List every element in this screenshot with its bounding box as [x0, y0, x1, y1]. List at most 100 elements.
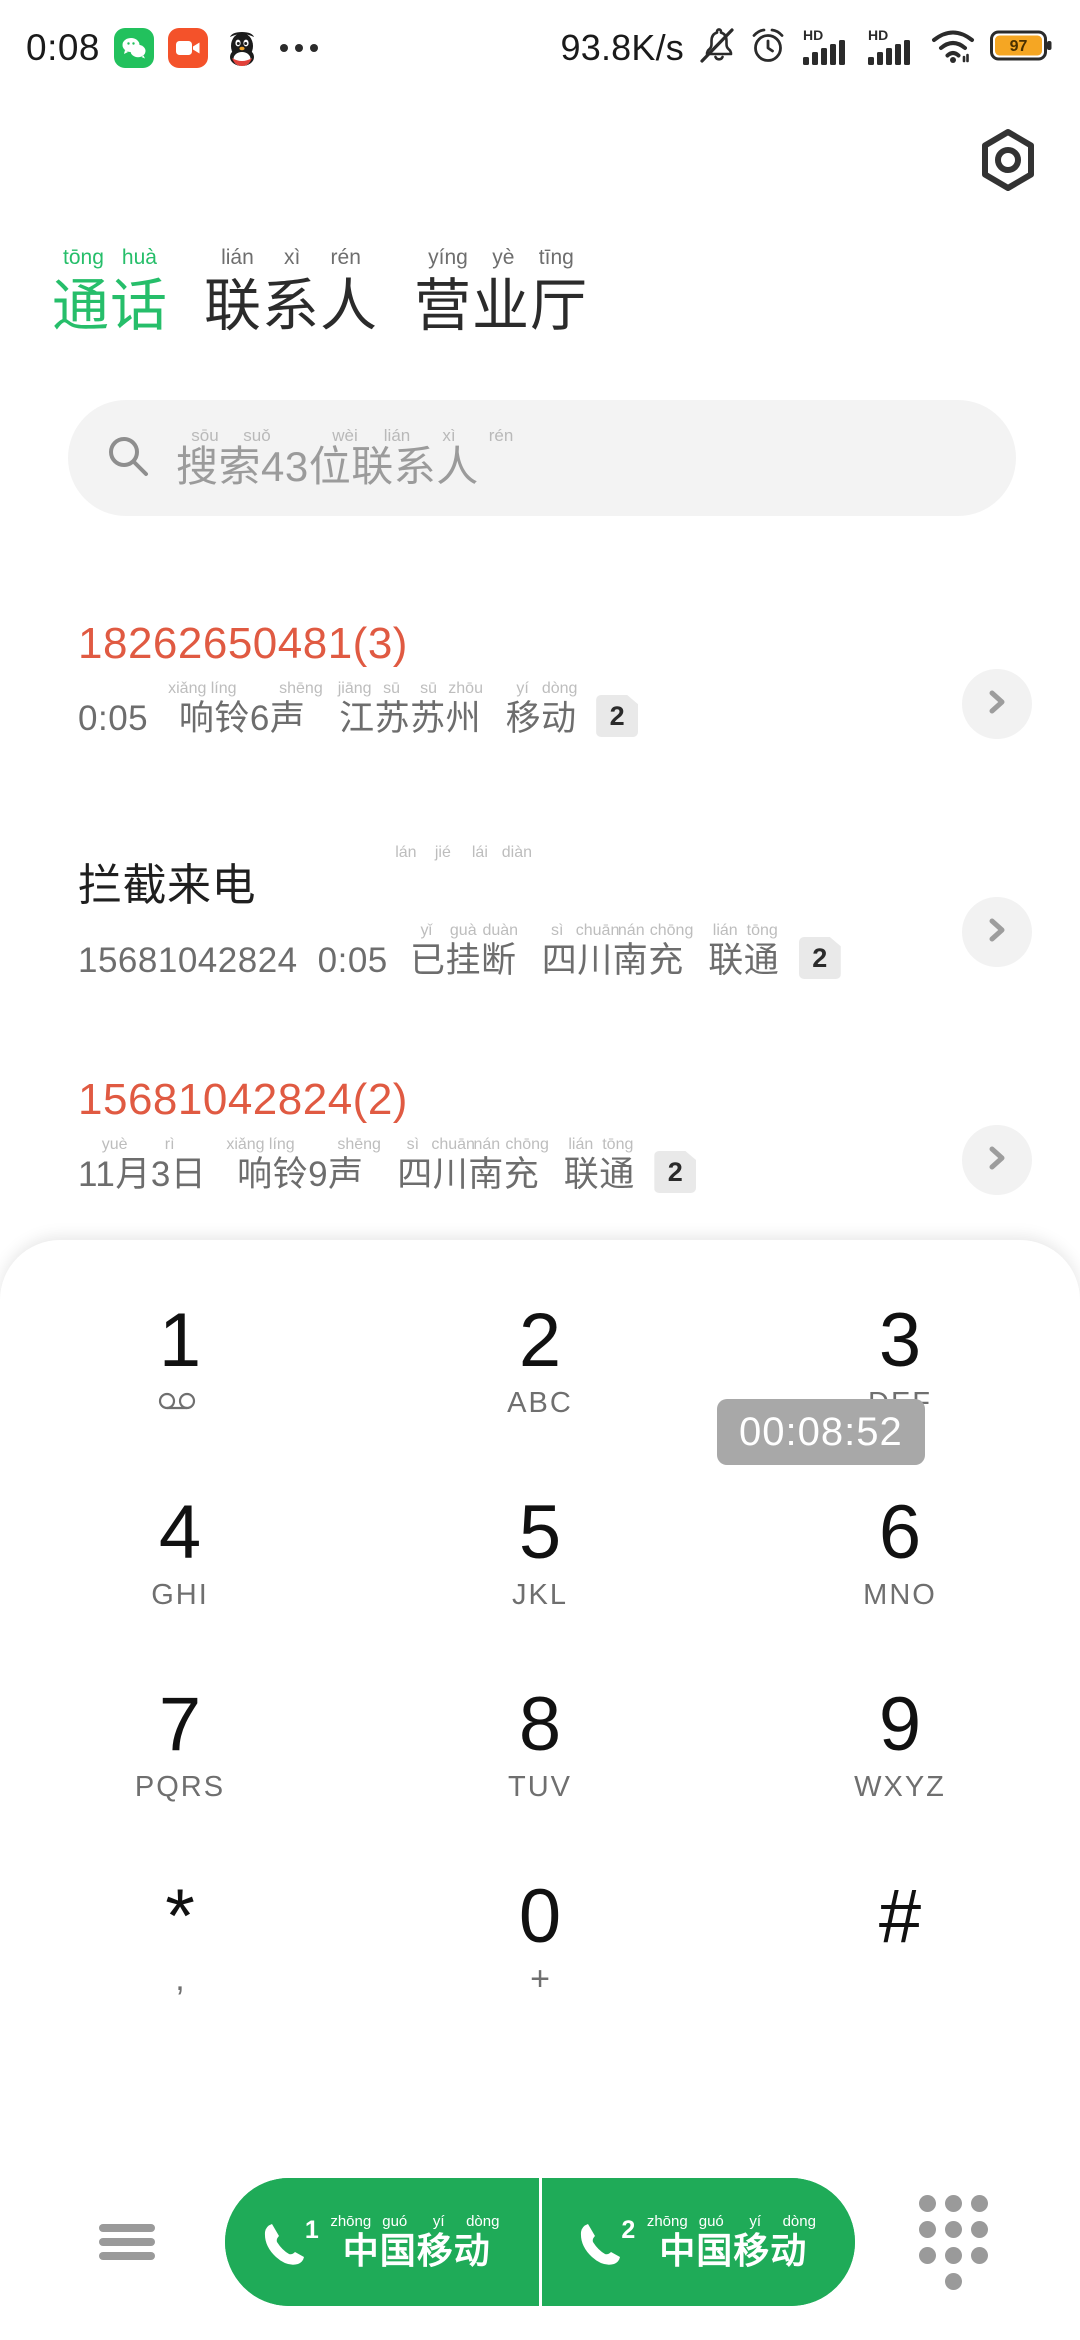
pinyin-syllable	[242, 680, 279, 698]
dialpad-key-2[interactable]: 2 ABC	[360, 1280, 720, 1472]
call-entry-content: 18262650481(3) 0:05 xiǎng líng shēng 响铃6…	[78, 616, 639, 740]
tab-business-hall[interactable]: yíng yè tīng 营业厅	[414, 246, 588, 341]
key-letters: GHI	[151, 1579, 209, 1611]
pinyin-syllable: lái	[471, 844, 488, 861]
status-badge: 2	[596, 695, 639, 737]
dialpad-key-9[interactable]: 9 WXYZ	[720, 1664, 1080, 1856]
pinyin-syllable: sū	[383, 680, 401, 697]
pinyin-syllable: duàn	[482, 922, 519, 939]
pinyin-syllable: tīng	[538, 246, 574, 269]
key-digit: *	[165, 1874, 195, 1959]
key-digit: 2	[518, 1298, 562, 1383]
pinyin-syllable: dòng	[466, 2212, 500, 2230]
dialpad-key-6[interactable]: 6 MNO	[720, 1472, 1080, 1664]
call-location: sì chuān nán chōng 四川南充	[539, 922, 694, 982]
settings-button[interactable]	[972, 126, 1044, 198]
search-icon	[104, 432, 152, 485]
bottom-action-bar: 1 zhōng guó yí dòng 中国移动 2 zhōng guó yí …	[0, 2172, 1080, 2312]
search-placeholder-text: 搜索43位联系人	[176, 442, 479, 490]
dialpad-key-5[interactable]: 5 JKL	[360, 1472, 720, 1664]
call-carrier: lián tōng 联通	[708, 922, 780, 980]
pinyin-syllable: lián	[568, 1136, 594, 1153]
dialpad-key-0[interactable]: 0 +	[360, 1856, 720, 2048]
dialpad-key-7[interactable]: 7 PQRS	[0, 1664, 360, 1856]
call-number: 15681042824(2)	[78, 1075, 408, 1124]
key-letters: ABC	[507, 1387, 573, 1419]
svg-text:HD: HD	[868, 27, 888, 43]
voicemail-icon	[156, 1386, 204, 1420]
pinyin-syllable: lián	[712, 922, 738, 939]
call-location: sì chuān nán chōng 四川南充	[394, 1136, 549, 1196]
status-bar-left: 0:08	[26, 27, 319, 69]
call-detail-button[interactable]	[962, 897, 1032, 967]
chevron-right-icon	[982, 1143, 1012, 1178]
pinyin-syllable: xì	[283, 246, 301, 269]
key-letters: PQRS	[134, 1771, 226, 1803]
video-call-icon	[168, 28, 209, 68]
wechat-icon	[114, 28, 155, 68]
pinyin-syllable: chuān	[575, 922, 620, 939]
hd-signal-2-icon: HD	[866, 25, 918, 72]
tab-contacts[interactable]: lián xì rén 联系人	[204, 246, 378, 341]
key-digit: 5	[518, 1490, 562, 1575]
call-phone-number: 15681042824	[78, 941, 298, 980]
key-digit: 0	[518, 1874, 562, 1959]
svg-text:HD: HD	[803, 27, 823, 43]
hd-signal-1-icon: HD	[801, 25, 853, 72]
dialpad-keys: 1 2 ABC 3 DEF	[0, 1280, 1080, 2048]
key-letters: TUV	[508, 1771, 572, 1803]
key-letters: +	[530, 1960, 550, 1998]
pinyin-syllable: xiǎng	[168, 680, 207, 697]
call-duration: 0:05	[317, 941, 388, 980]
call-detail-button[interactable]	[962, 669, 1032, 739]
dialpad-key-4[interactable]: 4 GHI	[0, 1472, 360, 1664]
pinyin-syllable: zhōng	[330, 2212, 372, 2230]
battery-icon: 97	[990, 29, 1054, 68]
call-detail-button[interactable]	[962, 1125, 1032, 1195]
tab-calls[interactable]: tōng huà 通话	[52, 246, 168, 341]
phone-screen: 0:08 93.8K/s HD HD 97 tōng huà 通话 lián x…	[0, 0, 1080, 2340]
pinyin-syllable: xiǎng	[226, 1136, 265, 1153]
call-date: yuè rì 11月3日	[78, 1136, 207, 1194]
key-letters: WXYZ	[854, 1771, 946, 1803]
pinyin-syllable: shēng	[279, 680, 323, 697]
dialpad-row: * , 0 + #	[0, 1856, 1080, 2048]
key-letters: JKL	[512, 1579, 568, 1611]
pinyin-syllable: lián	[221, 246, 254, 269]
search-input[interactable]: sōu suǒ wèi lián xì rén 搜索43位联系人	[68, 400, 1016, 516]
pinyin-syllable: sū	[420, 680, 438, 697]
key-digit: 3	[878, 1298, 922, 1383]
pinyin-syllable: rì	[164, 1136, 175, 1153]
call-details: 15681042824 0:05 yǐ guà duàn 已挂断 sì chuā…	[78, 922, 841, 982]
key-digit: #	[878, 1874, 922, 1959]
call-button-sim1[interactable]: 1 zhōng guó yí dòng 中国移动	[225, 2178, 539, 2306]
pinyin-syllable: yè	[492, 246, 515, 269]
dialpad-key-8[interactable]: 8 TUV	[360, 1664, 720, 1856]
chevron-right-icon	[982, 915, 1012, 950]
dialpad-key-hash[interactable]: #	[720, 1856, 1080, 2048]
pinyin-syllable	[300, 1136, 337, 1154]
key-digit: 6	[878, 1490, 922, 1575]
pinyin-syllable: rén	[330, 246, 361, 269]
hamburger-menu-icon[interactable]	[72, 2187, 182, 2297]
pinyin-syllable: sì	[406, 1136, 420, 1153]
call-entry-content: 15681042824(2) yuè rì 11月3日 xiǎng líng s…	[78, 1072, 697, 1196]
call-timer-overlay: 00:08:52	[717, 1399, 925, 1465]
call-button-sim2[interactable]: 2 zhōng guó yí dòng 中国移动	[538, 2178, 855, 2306]
more-dots-icon	[280, 44, 319, 52]
table-row[interactable]: lán jié lái diàn 拦截来电 15681042824 0:05 y…	[0, 818, 1080, 1046]
key-letters: ,	[175, 1960, 185, 1998]
table-row[interactable]: 18262650481(3) 0:05 xiǎng líng shēng 响铃6…	[0, 590, 1080, 818]
call-buttons-group: 1 zhōng guó yí dòng 中国移动 2 zhōng guó yí …	[225, 2178, 855, 2306]
tab-bar: tōng huà 通话 lián xì rén 联系人 yíng yè tīng…	[52, 246, 624, 341]
pinyin-syllable: dòng	[541, 680, 578, 697]
pinyin-syllable: diàn	[501, 844, 532, 861]
dialpad-key-1[interactable]: 1	[0, 1280, 360, 1472]
tab-calls-label: 通话	[52, 274, 168, 338]
dialpad-key-star[interactable]: * ,	[0, 1856, 360, 2048]
key-digit: 4	[158, 1490, 202, 1575]
pinyin-syllable: yǐ	[420, 922, 433, 939]
qq-penguin-icon	[222, 28, 262, 68]
keypad-dots-icon[interactable]	[898, 2187, 1008, 2297]
carrier-name: 中国移动	[659, 2229, 808, 2271]
